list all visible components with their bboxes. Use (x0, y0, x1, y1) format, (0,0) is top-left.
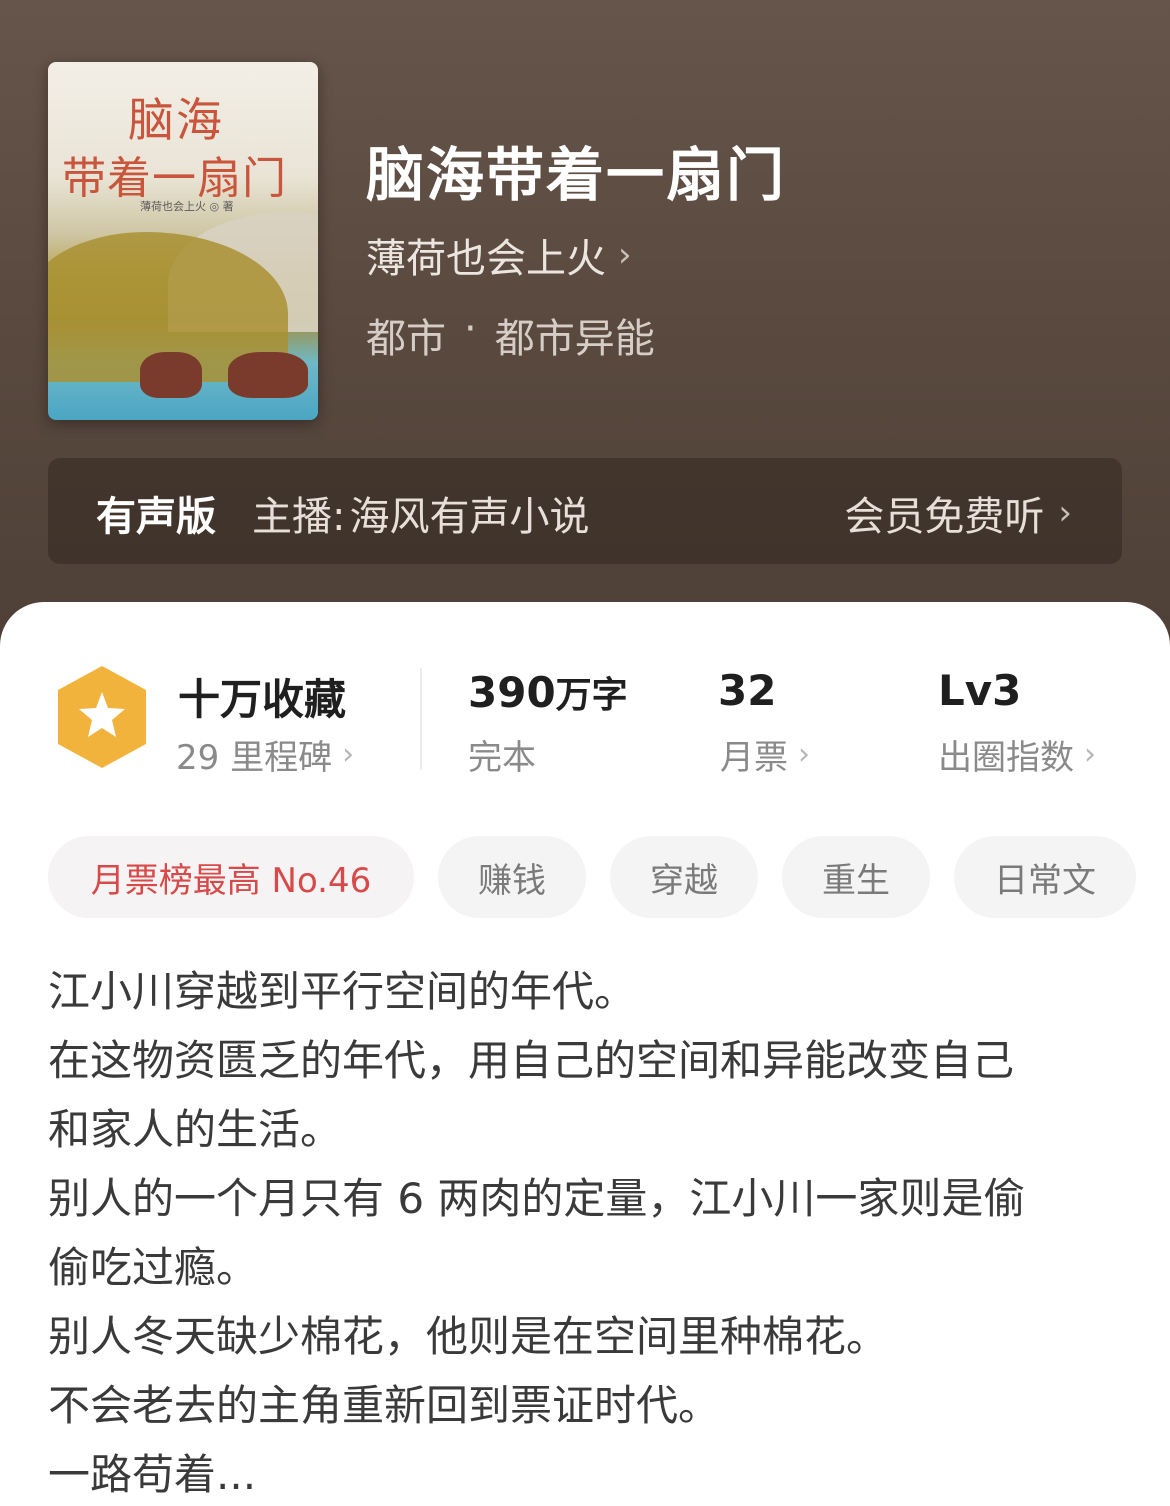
book-description[interactable]: 江小川穿越到平行空间的年代。 在这物资匮乏的年代，用自己的空间和异能改变自己 和… (48, 957, 1128, 1506)
chevron-right-icon: › (1058, 493, 1072, 533)
word-count: 390万字 (468, 666, 628, 718)
word-count-value: 390 (468, 668, 556, 717)
audio-host: 主播: 海风有声小说 (252, 484, 589, 542)
completion-label: 完本 (468, 738, 536, 778)
description-line: 偷吃过瘾。 (48, 1243, 259, 1292)
milestone-label: 29 里程碑 (176, 738, 333, 778)
cover-rock (228, 352, 308, 398)
favorites-value: 十万收藏 (178, 675, 347, 724)
popularity-index-link[interactable]: 出圈指数 › (938, 730, 1096, 779)
tag-item[interactable]: 赚钱 (438, 836, 586, 918)
description-line: 不会老去的主角重新回到票证时代。 (48, 1381, 721, 1430)
book-info-card: 十万收藏 29 里程碑 › 390万字 完本 32 月票 › Lv3 出圈指数 … (0, 602, 1170, 1506)
tag-item[interactable]: 日常文 (954, 836, 1136, 918)
chevron-right-icon: › (342, 737, 355, 772)
author-name: 薄荷也会上火 (366, 236, 606, 282)
category[interactable]: 都市 (366, 306, 446, 364)
cover-rock (140, 352, 202, 398)
audio-edition-badge: 有声版 (96, 494, 216, 540)
cover-title-line2: 带着一扇门 (62, 153, 287, 204)
tag-list: 月票榜最高 No.46 赚钱 穿越 重生 日常文 (48, 836, 1136, 918)
audio-edition-bar[interactable]: 有声版 主播: 海风有声小说 会员免费听 › (48, 458, 1122, 564)
description-line: 一路苟着... (48, 1450, 257, 1499)
listen-free-button[interactable]: 会员免费听 › (844, 484, 1072, 542)
book-cover[interactable]: 脑海 带着一扇门 薄荷也会上火 ◎ 著 (48, 62, 318, 420)
monthly-votes-link[interactable]: 月票 › (720, 730, 810, 779)
listen-free-label: 会员免费听 (844, 494, 1045, 540)
rank-tag[interactable]: 月票榜最高 No.46 (48, 836, 414, 918)
genre-row: 都市 · 都市异能 (366, 306, 655, 364)
monthly-votes-value: 32 (718, 666, 777, 715)
tag-item[interactable]: 重生 (782, 836, 930, 918)
popularity-index-value: Lv3 (938, 666, 1022, 715)
chevron-right-icon: › (798, 737, 810, 772)
cover-title-line1: 脑海 (128, 93, 224, 147)
description-line: 在这物资匮乏的年代，用自己的空间和异能改变自己 (48, 1036, 1015, 1085)
author-link[interactable]: 薄荷也会上火 › (366, 226, 632, 284)
audio-host-label: 主播: (252, 494, 346, 540)
description-line: 别人冬天缺少棉花，他则是在空间里种棉花。 (48, 1312, 889, 1361)
tag-item[interactable]: 穿越 (610, 836, 758, 918)
cover-author: 薄荷也会上火 ◎ 著 (140, 200, 234, 213)
chevron-right-icon: › (1084, 737, 1096, 772)
completion-status: 完本 (468, 730, 536, 779)
subcategory[interactable]: 都市异能 (495, 306, 655, 364)
description-line: 和家人的生活。 (48, 1105, 343, 1154)
popularity-index-label: 出圈指数 (938, 738, 1074, 778)
description-line: 江小川穿越到平行空间的年代。 (48, 967, 637, 1016)
book-header: 脑海 带着一扇门 薄荷也会上火 ◎ 著 脑海带着一扇门 薄荷也会上火 › 都市 … (0, 0, 1170, 660)
star-hexagon-icon (58, 666, 146, 768)
monthly-votes-label: 月票 (720, 738, 788, 778)
word-count-unit: 万字 (555, 675, 628, 716)
genre-separator: · (464, 306, 477, 352)
audio-host-name: 海风有声小说 (349, 494, 590, 540)
book-title: 脑海带着一扇门 (366, 141, 787, 209)
stats-divider (420, 668, 422, 770)
chevron-right-icon: › (618, 235, 632, 275)
milestone-link[interactable]: 29 里程碑 › (176, 730, 354, 779)
description-line: 别人的一个月只有 6 两肉的定量，江小川一家则是偷 (48, 1174, 1026, 1223)
